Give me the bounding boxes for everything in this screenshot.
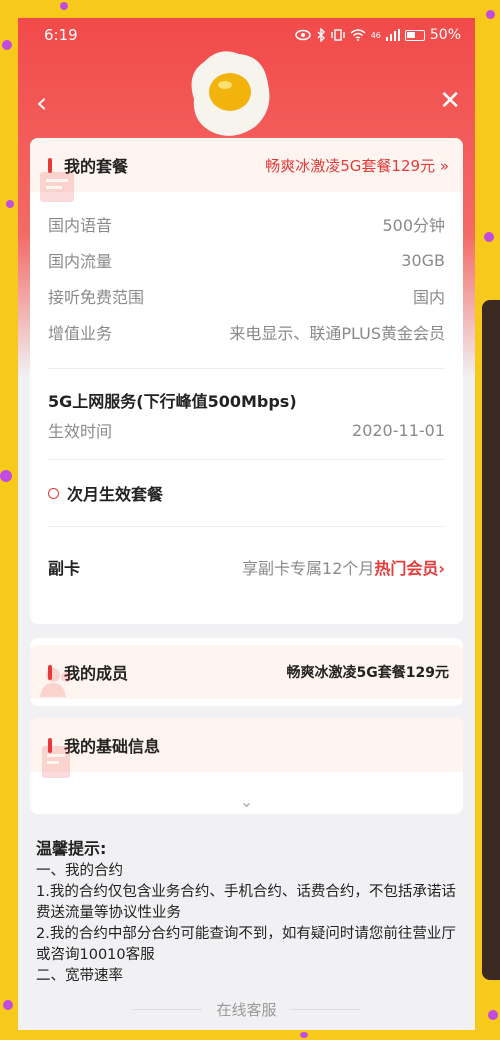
- members-card-header: 我的成员 畅爽冰激凌5G套餐129元: [30, 645, 463, 699]
- plan-row-value: 500分钟: [382, 216, 445, 235]
- basic-info-card-title: 我的基础信息: [64, 737, 161, 756]
- decor-dot: [6, 200, 14, 208]
- document-icon: [42, 746, 70, 778]
- document-icon: [40, 172, 74, 202]
- decor-dot: [2, 40, 12, 50]
- plan-row: 国内流量 30GB: [30, 242, 463, 278]
- signal-icon: [385, 29, 400, 41]
- vice-card-promo[interactable]: 享副卡专属12个月热门会员›: [242, 555, 445, 579]
- plan-name-link[interactable]: 畅爽冰激凌5G套餐129元 »: [265, 155, 449, 176]
- decor-dot: [300, 1032, 308, 1038]
- plan-row-value: 来电显示、联通PLUS黄金会员: [229, 324, 445, 343]
- decor-dot: [484, 232, 494, 242]
- effective-date-row: 生效时间 2020-11-01: [30, 417, 463, 443]
- decor-dot: [486, 10, 495, 19]
- back-button[interactable]: ‹: [36, 86, 47, 119]
- plan-row: 增值业务 来电显示、联通PLUS黄金会员: [30, 314, 463, 350]
- plan-row: 国内语音 500分钟: [30, 206, 463, 242]
- members-card[interactable]: 我的成员 畅爽冰激凌5G套餐129元: [30, 638, 463, 706]
- tips-title: 温馨提示:: [36, 839, 107, 858]
- tips-section: 温馨提示: 一、我的合约 1.我的合约仅包含业务合约、手机合约、话费合约，不包括…: [36, 838, 461, 987]
- eye-icon: [294, 29, 311, 41]
- plan-row: 接听免费范围 国内: [30, 278, 463, 314]
- tips-line: 二、宽带速率: [36, 968, 123, 984]
- divider: [290, 1008, 361, 1010]
- online-service-label[interactable]: 在线客服: [216, 999, 276, 1020]
- decor-dot: [0, 470, 12, 482]
- plan-card: 我的套餐 畅爽冰激凌5G套餐129元 » 国内语音 500分钟 国内流量 30G…: [30, 138, 463, 624]
- background-photo: [482, 300, 500, 980]
- online-service-bar[interactable]: 在线客服: [18, 988, 475, 1030]
- next-month-plan-row[interactable]: 次月生效套餐: [30, 460, 463, 526]
- vibrate-icon: [330, 29, 345, 41]
- tips-line: 2.我的合约中部分合约可能查询不到，如有疑问时请您前往营业厅或咨询10010客服: [36, 926, 456, 963]
- tips-line: 1.我的合约仅包含业务合约、手机合约、话费合约，不包括承诺话费送流量等协议性业务: [36, 884, 456, 921]
- signal-text: 46: [370, 30, 381, 40]
- chevron-right-icon: ›: [438, 559, 445, 578]
- members-plan-name: 畅爽冰激凌5G套餐129元: [286, 665, 449, 681]
- phone-screen: 6:19 46 50% ‹ ✕ 我的套餐 畅爽冰激凌5G套餐129元 » 国内语…: [18, 18, 475, 1030]
- hot-member-label: 热门会员: [374, 559, 439, 578]
- top-nav: ‹ ✕: [18, 82, 475, 122]
- decor-dot: [3, 1000, 13, 1010]
- status-time: 6:19: [44, 26, 78, 44]
- plan-row-value: 30GB: [401, 250, 445, 270]
- effective-value: 2020-11-01: [352, 420, 445, 440]
- wifi-icon: [350, 29, 366, 41]
- effective-label: 生效时间: [48, 422, 113, 441]
- members-icon: [40, 668, 71, 697]
- plan-card-header: 我的套餐 畅爽冰激凌5G套餐129元 »: [30, 138, 463, 202]
- decor-dot: [60, 2, 68, 10]
- bluetooth-icon: [317, 28, 325, 42]
- divider: [132, 1008, 203, 1010]
- plan-row-label: 接听免费范围: [48, 288, 145, 307]
- tips-line: 一、我的合约: [36, 863, 123, 879]
- next-month-plan-label: 次月生效套餐: [67, 485, 164, 504]
- plan-row-label: 国内语音: [48, 216, 113, 235]
- service-title: 5G上网服务(下行峰值500Mbps): [48, 392, 297, 411]
- basic-info-card-header: 我的基础信息: [30, 718, 463, 778]
- battery-icon: [404, 29, 425, 41]
- vice-card-text: 享副卡专属12个月: [242, 559, 375, 578]
- circle-icon: [48, 487, 59, 499]
- vice-card-label: 副卡: [48, 559, 81, 578]
- close-button[interactable]: ✕: [439, 86, 461, 116]
- battery-text: 50%: [429, 27, 461, 43]
- plan-row-label: 增值业务: [48, 324, 113, 343]
- decor-dot: [488, 1010, 498, 1020]
- plan-row-label: 国内流量: [48, 252, 113, 271]
- chevron-down-icon[interactable]: ⌄: [18, 792, 475, 811]
- status-icons: 46 50%: [294, 27, 461, 43]
- vice-card-row[interactable]: 副卡 享副卡专属12个月热门会员›: [30, 527, 463, 607]
- plan-row-value: 国内: [412, 288, 445, 307]
